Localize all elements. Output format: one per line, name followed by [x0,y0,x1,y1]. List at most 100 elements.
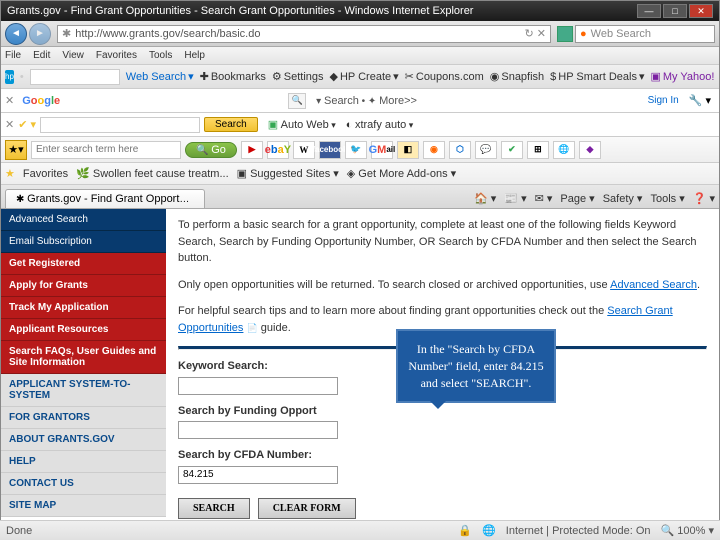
favorites-label[interactable]: Favorites [23,168,68,180]
google-close-icon[interactable]: ✕ [5,94,14,107]
ybar-check-icon[interactable]: ✔ ▾ [18,118,36,131]
advanced-search-link[interactable]: Advanced Search [610,279,697,291]
google-wrench-icon[interactable]: 🔧 ▾ [689,94,711,107]
menu-bar: File Edit View Favorites Tools Help [1,47,719,65]
ybar-search-button[interactable]: Search [204,117,258,132]
hp-settings[interactable]: ⚙ Settings [272,70,324,83]
ybar-autoweb[interactable]: ▣ Auto Web ▾ [268,118,336,131]
favorites-item-2[interactable]: ▣ Suggested Sites ▾ [237,167,339,180]
hp-logo[interactable]: hp [5,70,14,84]
menu-favorites[interactable]: Favorites [96,50,137,61]
go-button[interactable]: 🔍 Go [185,142,237,158]
sidebar-track-application[interactable]: Track My Application [1,297,166,319]
favorites-item-1[interactable]: 🌿 Swollen feet cause treatm... [76,167,229,180]
forward-button[interactable]: ► [29,23,51,45]
secondary-toolbar: ✕ ✔ ▾ Search ▣ Auto Web ▾ ◐ xtrafy auto … [1,113,719,137]
status-done: Done [6,525,32,537]
address-bar[interactable]: ✱ http://www.grants.gov/search/basic.do … [57,25,551,43]
tool-icon-6[interactable]: ⊞ [527,141,549,159]
menu-file[interactable]: File [5,50,21,61]
sidebar-help[interactable]: HELP [1,451,166,473]
menu-tools[interactable]: Tools [149,50,172,61]
hp-create[interactable]: ◆ HP Create ▾ [330,70,399,83]
sidebar-sitemap[interactable]: SITE MAP [1,495,166,517]
hp-websearch[interactable]: Web Search ▾ [126,70,194,83]
tool-icon-2[interactable]: ◉ [423,141,445,159]
refresh-icon[interactable]: ↻ ✕ [525,27,547,40]
minimize-button[interactable]: — [637,4,661,18]
status-zone: Internet | Protected Mode: On [506,525,651,537]
feeds-button[interactable]: 📰 ▾ [504,192,526,205]
sidebar-advanced-search[interactable]: Advanced Search [1,209,166,231]
menu-view[interactable]: View [62,50,84,61]
term-search-input[interactable] [31,141,181,159]
sidebar-s2s[interactable]: APPLICANT SYSTEM-TO-SYSTEM [1,374,166,407]
star-button[interactable]: ★▾ [5,140,27,160]
bookmark-toolbar: ★▾ 🔍 Go ▶ ebaY W facebook 🐦 GMail ◧ ◉ ⬡ … [1,137,719,163]
search-button[interactable]: SEARCH [178,498,250,519]
tool-icon-7[interactable]: 🌐 [553,141,575,159]
fon-input[interactable] [178,421,338,439]
hp-search-input[interactable] [30,69,120,85]
instruction-callout: In the "Search by CFDA Number" field, en… [396,329,556,403]
tools-menu[interactable]: Tools ▾ [650,192,684,205]
google-signin[interactable]: Sign In [648,95,679,106]
google-toolbar: ✕ Google 🔍 ▾ Search • ✦ More>> Sign In 🔧… [1,89,719,113]
browser-search-box[interactable]: ● Web Search [575,25,715,43]
sidebar-get-registered[interactable]: Get Registered [1,253,166,275]
hp-myyahoo[interactable]: ▣ My Yahoo! [650,70,714,83]
sidebar-search-faqs[interactable]: Search FAQs, User Guides and Site Inform… [1,341,166,374]
sidebar-email-subscription[interactable]: Email Subscription [1,231,166,253]
google-label: Google [22,95,60,107]
tool-icon-8[interactable]: ◆ [579,141,601,159]
go-icon[interactable] [557,26,573,42]
home-button[interactable]: 🏠 ▾ [474,192,496,205]
favicon: ✱ [62,27,71,40]
tool-icon-5[interactable]: ✔ [501,141,523,159]
menu-edit[interactable]: Edit [33,50,50,61]
facebook-icon[interactable]: facebook [319,141,341,159]
favorites-item-3[interactable]: ◈ Get More Add-ons ▾ [347,167,456,180]
ybar-search-input[interactable] [40,117,200,133]
pdf-icon: 📄 [247,323,258,333]
youtube-icon[interactable]: ▶ [241,141,263,159]
tab-grants[interactable]: ✱ Grants.gov - Find Grant Opportunities … [5,189,205,208]
status-bar: Done 🔒 🌐 Internet | Protected Mode: On 🔍… [0,520,720,540]
help-icon[interactable]: ❓ ▾ [693,192,715,205]
tool-icon-4[interactable]: 💬 [475,141,497,159]
sidebar-about[interactable]: ABOUT GRANTS.GOV [1,429,166,451]
mail-button[interactable]: ✉ ▾ [535,192,553,205]
hp-bookmarks[interactable]: ✚ Bookmarks [200,70,266,83]
sidebar-apply-grants[interactable]: Apply for Grants [1,275,166,297]
safety-menu[interactable]: Safety ▾ [603,192,643,205]
close-button[interactable]: ✕ [689,4,713,18]
favorites-star-icon[interactable]: ★ [5,167,15,180]
tool-icon-1[interactable]: ◧ [397,141,419,159]
ybar-xtrafy[interactable]: ◐ xtrafy auto ▾ [346,119,414,131]
maximize-button[interactable]: □ [663,4,687,18]
page-menu[interactable]: Page ▾ [560,192,594,205]
main-content: To perform a basic search for a grant op… [166,209,719,529]
back-button[interactable]: ◄ [5,23,27,45]
google-search-button[interactable]: 🔍 [288,93,306,109]
keyword-input[interactable] [178,377,338,395]
twitter-icon[interactable]: 🐦 [345,141,367,159]
clear-button[interactable]: CLEAR FORM [258,498,356,519]
hp-snapfish[interactable]: ◉ Snapfish [490,70,544,83]
status-zoom[interactable]: 🔍 100% ▾ [661,524,714,537]
sidebar-grantors[interactable]: FOR GRANTORS [1,407,166,429]
zone-icon: 🌐 [482,524,496,537]
hp-coupons[interactable]: ✂ Coupons.com [405,70,484,83]
nav-toolbar: ◄ ► ✱ http://www.grants.gov/search/basic… [1,21,719,47]
gmail-icon[interactable]: GMail [371,141,393,159]
url-text: http://www.grants.gov/search/basic.do [75,28,260,40]
sidebar-applicant-resources[interactable]: Applicant Resources [1,319,166,341]
cfda-input[interactable] [178,466,338,484]
sidebar-contact[interactable]: CONTACT US [1,473,166,495]
tool-icon-3[interactable]: ⬡ [449,141,471,159]
google-search-dropdown[interactable]: ▾ Search • ✦ More>> [316,95,417,107]
menu-help[interactable]: Help [184,50,205,61]
hp-smartdeals[interactable]: $ HP Smart Deals ▾ [550,70,644,83]
ybar-close-icon[interactable]: ✕ [5,118,14,131]
ebay-icon[interactable]: ebaY [267,141,289,159]
